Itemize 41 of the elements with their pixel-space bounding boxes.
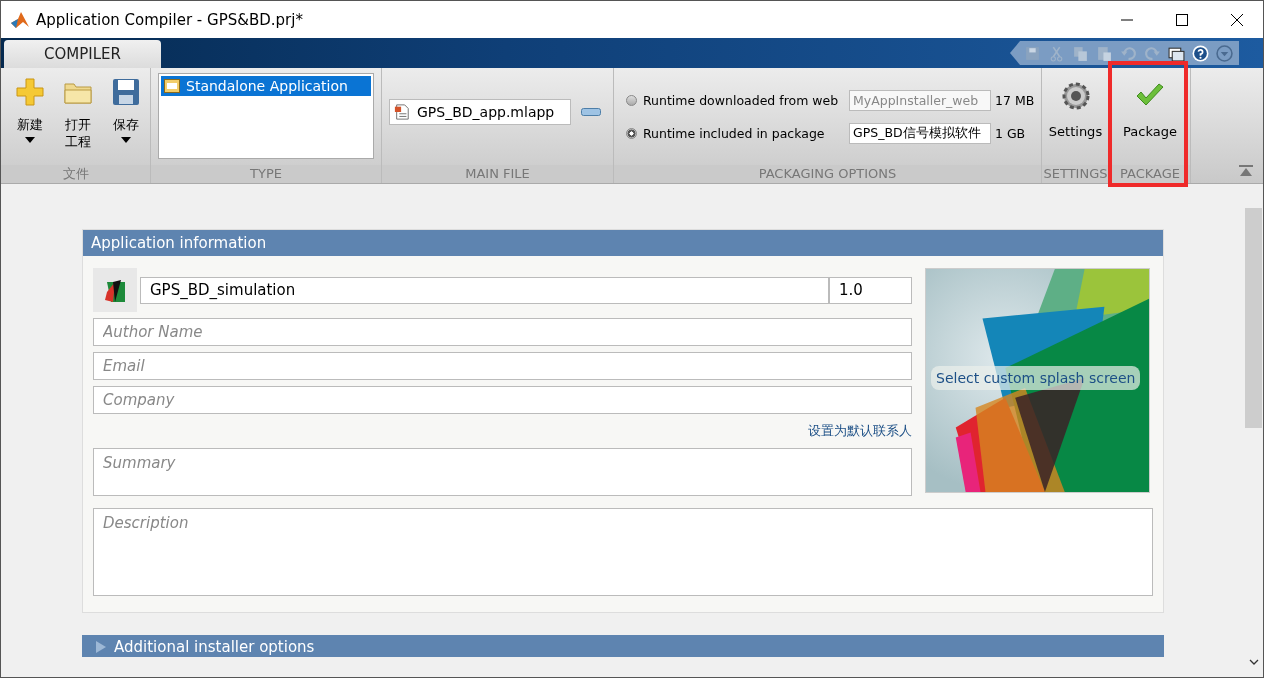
save-button[interactable]: 保存 bbox=[103, 76, 149, 143]
text-field[interactable]: Author Name bbox=[93, 318, 912, 346]
ribbon-tab[interactable]: COMPILER bbox=[4, 40, 161, 68]
size-label: 1 GB bbox=[995, 125, 1026, 141]
option-label: Runtime included in package bbox=[643, 125, 826, 141]
version-field[interactable]: 1.0 bbox=[829, 276, 912, 304]
main-file-item[interactable]: GPS_BD_app.mlapp bbox=[389, 98, 571, 125]
application-window-icon bbox=[164, 78, 180, 94]
app-icon[interactable] bbox=[93, 268, 137, 312]
plus-icon bbox=[14, 76, 46, 108]
description-field[interactable]: Description bbox=[93, 508, 1153, 596]
undo-icon[interactable] bbox=[1120, 44, 1137, 62]
group-label: 文件 bbox=[1, 165, 150, 183]
text-field[interactable]: Email bbox=[93, 352, 912, 380]
section-header[interactable]: Additional installer options bbox=[82, 635, 1164, 657]
splash-screen-button[interactable]: Select custom splash screen bbox=[931, 366, 1141, 390]
app-name-field[interactable]: GPS_BD_simulation bbox=[140, 276, 829, 304]
window-title: Application Compiler - GPS&BD.prj* bbox=[36, 10, 303, 29]
help-icon[interactable] bbox=[1192, 44, 1209, 62]
summary-field[interactable]: Summary bbox=[93, 448, 912, 496]
list-item[interactable]: Standalone Application bbox=[161, 76, 371, 96]
collapse-icon[interactable] bbox=[1239, 165, 1253, 177]
option-label: Runtime downloaded from web bbox=[643, 92, 840, 108]
default-contact-link[interactable]: 设置为默认联系人 bbox=[808, 422, 912, 440]
size-label: 17 MB bbox=[995, 92, 1035, 108]
open-button[interactable]: 打开工程 bbox=[55, 76, 101, 150]
save-icon[interactable] bbox=[1024, 44, 1041, 62]
radio-button[interactable] bbox=[626, 127, 637, 139]
section-header: Application information bbox=[83, 230, 1163, 256]
paste-icon[interactable] bbox=[1096, 44, 1113, 62]
new-button[interactable]: 新建 bbox=[7, 76, 53, 143]
installer-name-field[interactable]: GPS_BD信号模拟软件 bbox=[849, 122, 991, 144]
settings-button[interactable]: Settings bbox=[1042, 80, 1109, 139]
remove-icon[interactable] bbox=[581, 107, 601, 116]
dropdown-icon[interactable] bbox=[1216, 44, 1233, 62]
copy-icon[interactable] bbox=[1072, 44, 1089, 62]
scroll-down-icon[interactable] bbox=[1248, 659, 1259, 665]
file-icon bbox=[394, 103, 410, 120]
redo-icon[interactable] bbox=[1144, 44, 1161, 62]
package-button[interactable]: Package bbox=[1110, 80, 1190, 139]
text-field[interactable]: Company bbox=[93, 386, 912, 414]
